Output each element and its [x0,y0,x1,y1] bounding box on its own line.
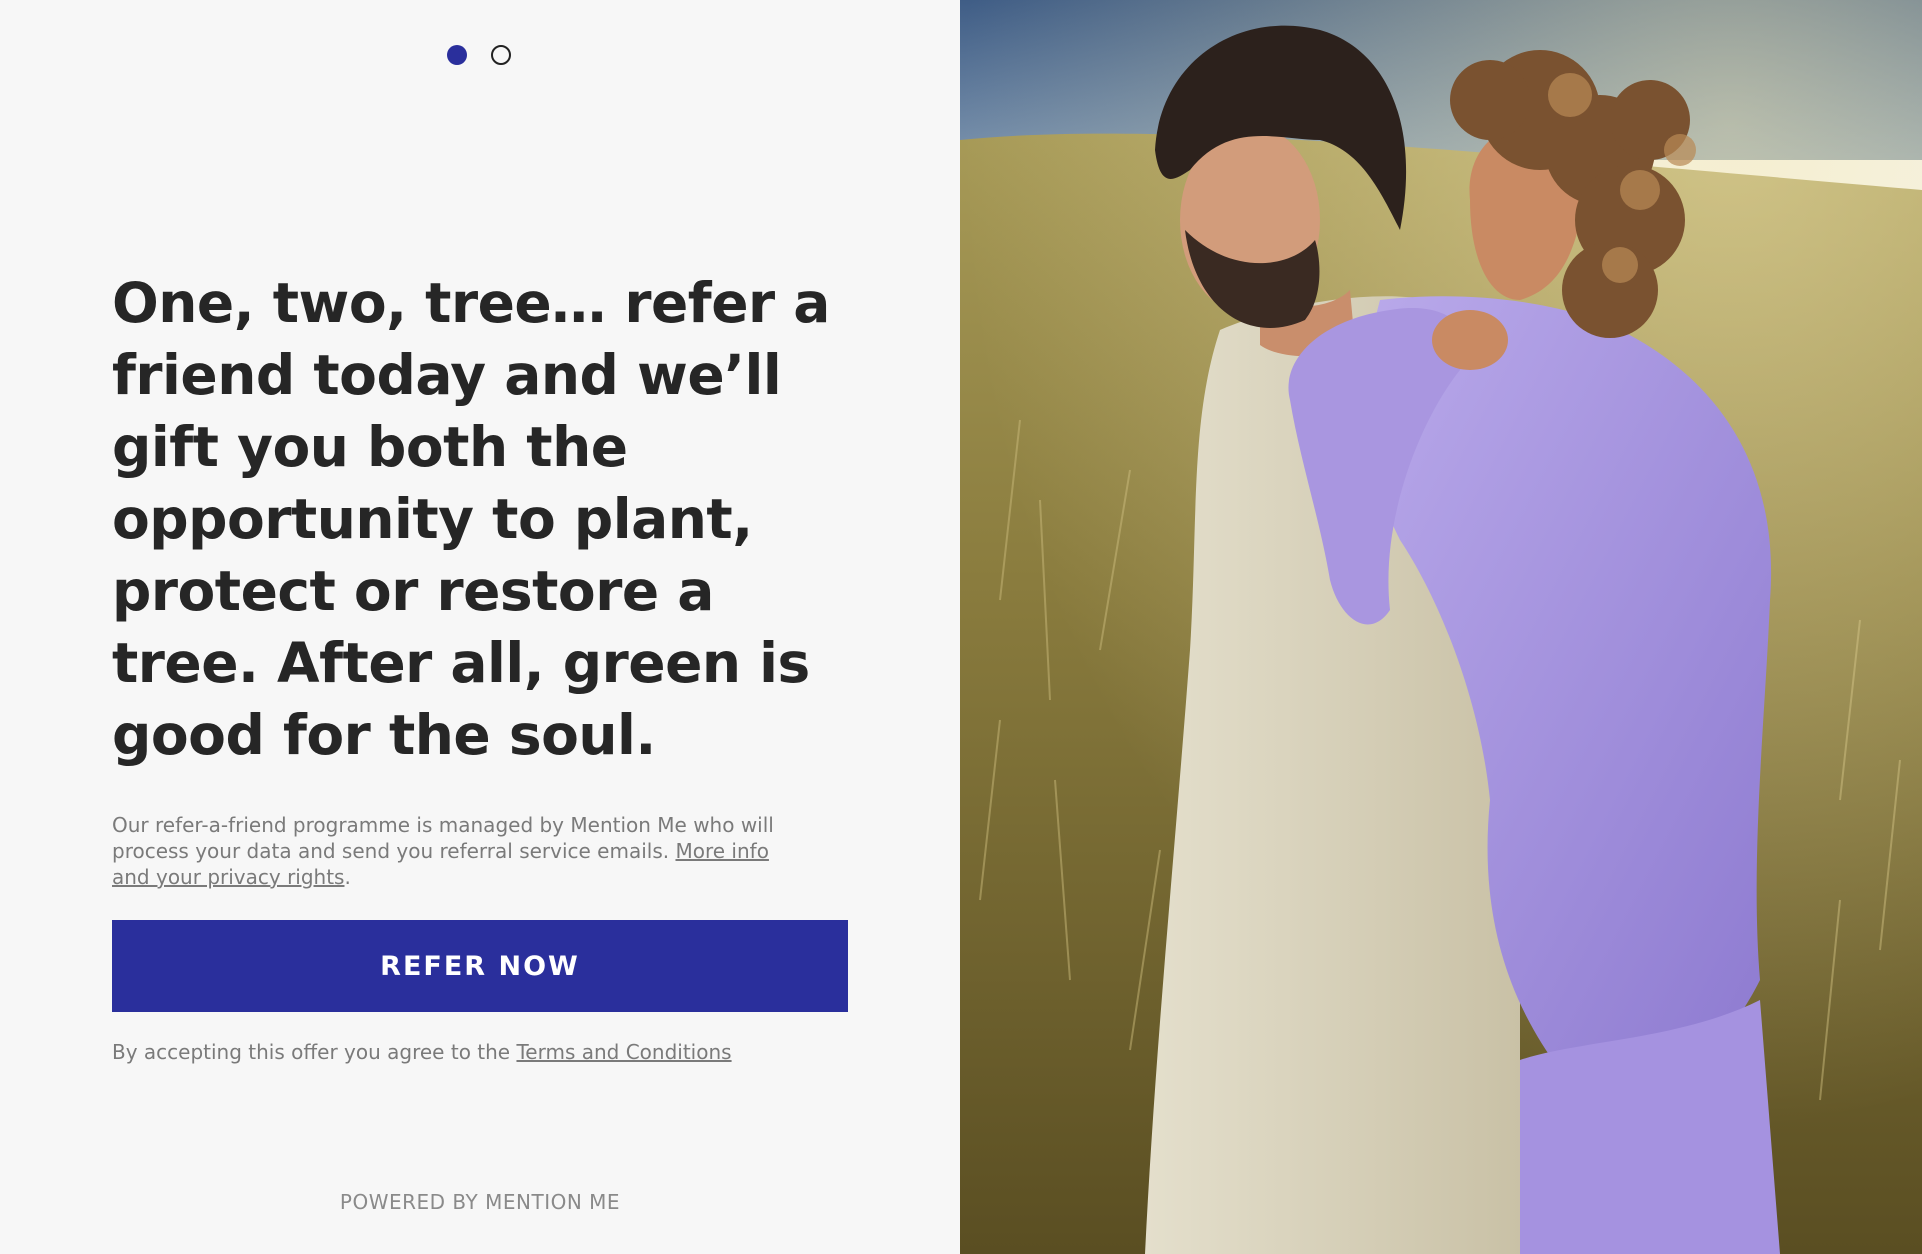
hero-photo [960,0,1922,1254]
privacy-disclaimer: Our refer-a-friend programme is managed … [112,812,792,890]
referral-modal: One, two, tree… refer a friend today and… [0,0,1922,1254]
slide-pager [447,45,511,65]
offer-headline: One, two, tree… refer a friend today and… [112,271,830,767]
terms-prefix: By accepting this offer you agree to the [112,1040,517,1064]
disclaimer-suffix: . [344,865,351,889]
terms-link[interactable]: Terms and Conditions [516,1040,731,1064]
offer-panel: One, two, tree… refer a friend today and… [0,0,960,1254]
refer-now-button[interactable]: REFER NOW [112,920,848,1012]
slide-dot-1[interactable] [447,45,467,65]
powered-by-label: POWERED BY MENTION ME [339,1190,621,1214]
slide-dot-2[interactable] [491,45,511,65]
couple-photo-illustration [960,0,1922,1254]
terms-notice: By accepting this offer you agree to the… [112,1040,732,1064]
